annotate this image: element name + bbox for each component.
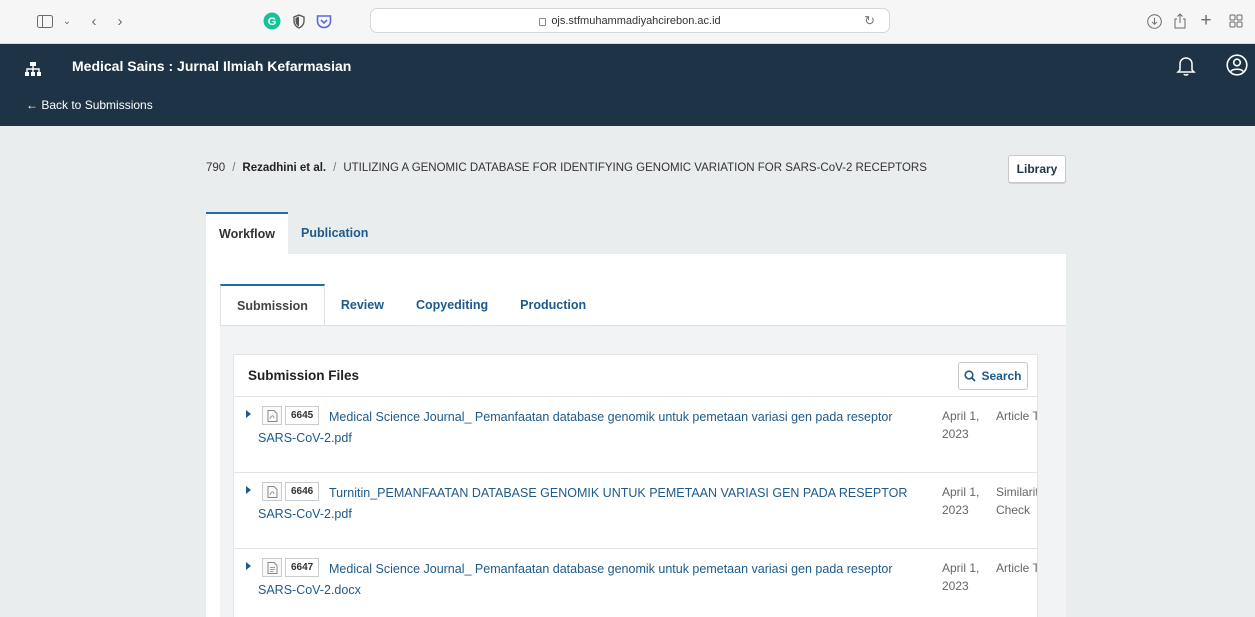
library-button[interactable]: Library — [1008, 155, 1066, 183]
chevron-down-icon[interactable]: ⌄ — [60, 10, 74, 32]
browser-toolbar: ⌄ ‹ › G ojs.stfmuhammadiyahcirebon.ac.id… — [0, 0, 1255, 44]
file-date: April 1, 2023 — [942, 409, 980, 441]
new-tab-icon[interactable]: + — [1196, 10, 1216, 32]
file-date: April 1, 2023 — [942, 485, 980, 517]
search-button[interactable]: Search — [958, 362, 1028, 390]
file-type: Similarity Check — [996, 485, 1037, 517]
notifications-bell-icon[interactable] — [1176, 55, 1198, 79]
back-arrow-icon[interactable]: ‹ — [86, 10, 102, 32]
submission-files-title: Submission Files — [248, 368, 360, 383]
download-icon[interactable] — [1144, 10, 1164, 32]
journal-title[interactable]: Medical Sains : Jurnal Ilmiah Kefarmasia… — [72, 58, 351, 74]
grammarly-extension-icon[interactable]: G — [262, 10, 282, 32]
main-tabs: Workflow Publication — [206, 212, 381, 254]
file-name-link[interactable]: Medical Science Journal_ Pemanfaatan dat… — [258, 407, 934, 449]
forward-arrow-icon[interactable]: › — [112, 10, 128, 32]
file-row: 6647 Medical Science Journal_ Pemanfaata… — [234, 549, 1037, 617]
tab-workflow[interactable]: Workflow — [206, 212, 289, 254]
lock-icon — [539, 17, 547, 26]
app-header: Medical Sains : Jurnal Ilmiah Kefarmasia… — [0, 44, 1255, 126]
url-text: ojs.stfmuhammadiyahcirebon.ac.id — [551, 14, 721, 27]
submission-stage-panel: Submission Files Search 6645 Medical Sci… — [220, 325, 1066, 617]
file-row: 6645 Medical Science Journal_ Pemanfaata… — [234, 397, 1037, 473]
file-name-link[interactable]: Medical Science Journal_ Pemanfaatan dat… — [258, 559, 934, 601]
breadcrumb-separator: / — [333, 162, 337, 174]
file-name-link[interactable]: Turnitin_PEMANFAATAN DATABASE GENOMIK UN… — [258, 483, 934, 525]
sidebar-toggle-icon[interactable] — [30, 10, 60, 32]
submission-id: 790 — [206, 162, 226, 174]
reload-icon[interactable]: ↻ — [864, 13, 875, 29]
file-row: 6646 Turnitin_PEMANFAATAN DATABASE GENOM… — [234, 473, 1037, 549]
pocket-icon[interactable] — [314, 10, 334, 32]
tab-copyediting[interactable]: Copyediting — [400, 284, 504, 325]
share-icon[interactable] — [1170, 10, 1190, 32]
workflow-panel: Submission Review Copyediting Production… — [206, 254, 1066, 617]
workflow-stage-tabs: Submission Review Copyediting Production — [220, 284, 602, 326]
privacy-shield-icon[interactable] — [290, 10, 308, 32]
breadcrumb-separator: / — [232, 162, 236, 174]
expand-row-icon[interactable] — [246, 562, 251, 570]
submission-authors: Rezadhini et al. — [242, 162, 327, 174]
tab-production[interactable]: Production — [504, 284, 602, 325]
back-to-submissions-link[interactable]: ← Back to Submissions — [26, 98, 153, 112]
sitemap-icon[interactable] — [24, 60, 42, 78]
tab-submission[interactable]: Submission — [220, 284, 325, 326]
tab-publication[interactable]: Publication — [288, 212, 381, 254]
address-bar[interactable]: ojs.stfmuhammadiyahcirebon.ac.id ↻ — [370, 8, 890, 33]
search-label: Search — [981, 369, 1022, 383]
file-date: April 1, 2023 — [942, 561, 980, 593]
svg-text:G: G — [268, 16, 277, 28]
tab-overview-icon[interactable] — [1224, 10, 1248, 32]
user-account-icon[interactable] — [1226, 54, 1250, 78]
file-type: Article Text — [996, 409, 1038, 423]
breadcrumb: 790 / Rezadhini et al. / UTILIZING A GEN… — [206, 162, 927, 174]
submission-files-header: Submission Files Search — [234, 355, 1037, 397]
file-type: Article Text — [996, 561, 1038, 575]
search-icon — [964, 370, 977, 382]
submission-title: UTILIZING A GENOMIC DATABASE FOR IDENTIF… — [343, 162, 927, 174]
expand-row-icon[interactable] — [246, 486, 251, 494]
expand-row-icon[interactable] — [246, 410, 251, 418]
tab-review[interactable]: Review — [325, 284, 400, 325]
submission-files-grid: Submission Files Search 6645 Medical Sci… — [233, 354, 1038, 617]
